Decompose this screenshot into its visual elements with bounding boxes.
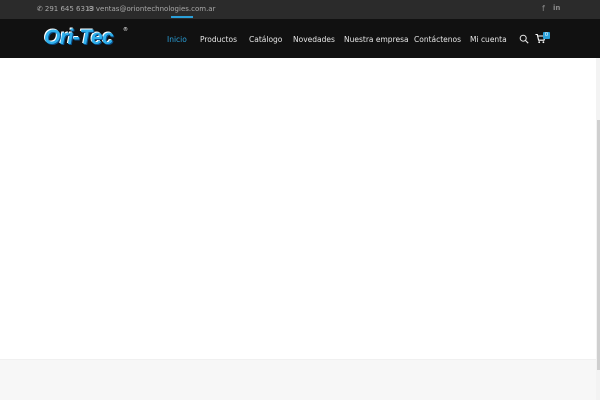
footer-band	[0, 359, 600, 400]
main-content	[0, 58, 600, 359]
linkedin-icon[interactable]: in	[553, 3, 560, 14]
facebook-icon[interactable]: f	[542, 3, 545, 14]
nav-item-nuestra-empresa[interactable]: Nuestra empresa	[344, 35, 409, 45]
nav-item-inicio[interactable]: Inicio	[167, 35, 187, 45]
phone-icon: ✆	[37, 5, 43, 13]
logo-registered-mark: ®	[123, 27, 128, 33]
main-navigation: Ori-Tec ® Inicio Productos Catálogo Nove…	[0, 19, 600, 58]
nav-item-contactenos[interactable]: Contáctenos	[414, 35, 461, 45]
email-address: ventas@oriontechnologies.com.ar	[95, 5, 216, 13]
nav-item-novedades[interactable]: Novedades	[293, 35, 335, 45]
phone-number: 291 645 6313	[44, 5, 94, 13]
logo-text: Ori-Tec	[44, 26, 114, 49]
nav-item-mi-cuenta[interactable]: Mi cuenta	[470, 35, 507, 45]
nav-item-productos[interactable]: Productos	[200, 35, 237, 45]
search-icon[interactable]	[519, 34, 529, 44]
contact-email[interactable]: ✉ ventas@oriontechnologies.com.ar	[88, 4, 215, 14]
contact-phone[interactable]: ✆ 291 645 6313	[37, 4, 94, 14]
accent-underline	[171, 16, 193, 18]
nav-item-catalogo[interactable]: Catálogo	[249, 35, 282, 45]
envelope-icon: ✉	[88, 5, 94, 13]
logo[interactable]: Ori-Tec ®	[44, 25, 128, 50]
cart-count-badge: 0	[543, 32, 550, 39]
top-bar: ✆ 291 645 6313 ✉ ventas@oriontechnologies.…	[0, 0, 600, 19]
